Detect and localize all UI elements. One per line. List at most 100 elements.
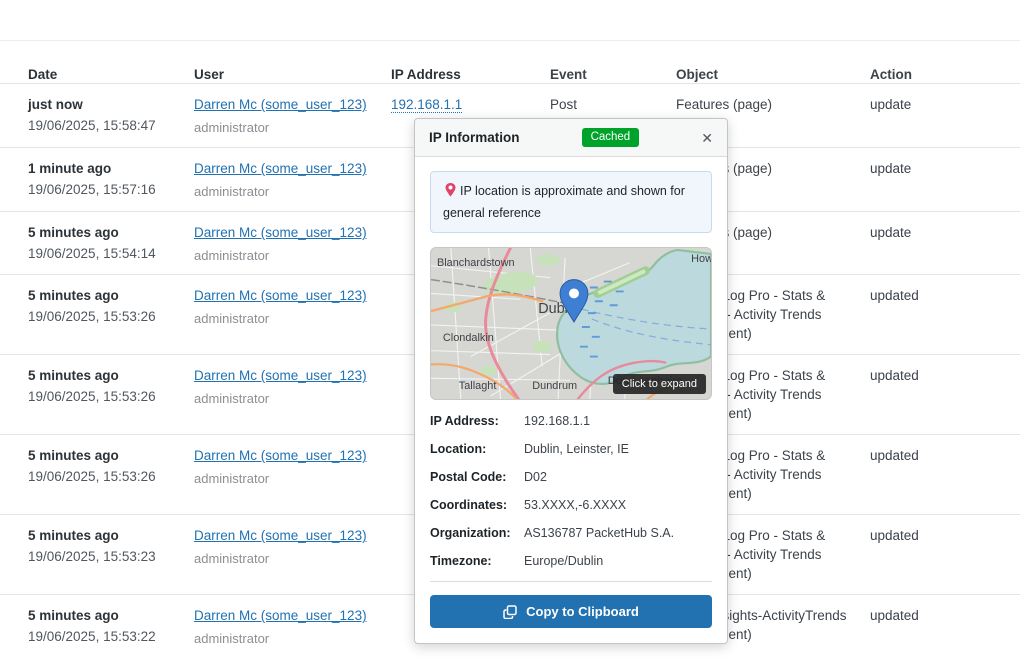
object-cell: Features (page) <box>676 84 870 114</box>
map-label-blanchardstown: Blanchardstown <box>437 257 515 269</box>
relative-time: 5 minutes ago <box>28 446 194 465</box>
timestamp: 19/06/2025, 15:57:16 <box>28 180 194 199</box>
user-cell: Darren Mc (some_user_123) administrator <box>194 148 391 201</box>
timestamp: 19/06/2025, 15:53:26 <box>28 467 194 486</box>
user-link[interactable]: Darren Mc (some_user_123) <box>194 97 367 112</box>
user-cell: Darren Mc (some_user_123) administrator <box>194 212 391 265</box>
relative-time: 5 minutes ago <box>28 606 194 625</box>
column-header-object: Object <box>676 54 870 84</box>
user-link[interactable]: Darren Mc (some_user_123) <box>194 368 367 383</box>
user-role: administrator <box>194 246 391 265</box>
note-text: IP location is approximate and shown for… <box>443 184 685 220</box>
close-icon[interactable]: ✕ <box>701 131 713 145</box>
field-organization: Organization: AS136787 PacketHub S.A. <box>430 525 712 542</box>
field-label: Postal Code: <box>430 469 524 486</box>
user-role: administrator <box>194 389 391 408</box>
column-header-ip: IP Address <box>391 54 550 84</box>
field-postal-code: Postal Code: D02 <box>430 469 712 486</box>
copy-to-clipboard-button[interactable]: Copy to Clipboard <box>430 595 712 628</box>
map-expand-tooltip: Click to expand <box>613 374 706 394</box>
field-value: Europe/Dublin <box>524 553 603 570</box>
user-cell: Darren Mc (some_user_123) administrator <box>194 355 391 408</box>
date-cell: just now 19/06/2025, 15:58:47 <box>0 84 194 135</box>
timestamp: 19/06/2025, 15:53:26 <box>28 387 194 406</box>
event-cell: Post <box>550 84 676 114</box>
action-cell: updated <box>870 595 1020 625</box>
user-link[interactable]: Darren Mc (some_user_123) <box>194 608 367 623</box>
timestamp: 19/06/2025, 15:53:23 <box>28 547 194 566</box>
field-location: Location: Dublin, Leinster, IE <box>430 441 712 458</box>
timestamp: 19/06/2025, 15:53:22 <box>28 627 194 646</box>
field-label: Location: <box>430 441 524 458</box>
date-cell: 5 minutes ago 19/06/2025, 15:53:26 <box>0 435 194 486</box>
map-label-howth: How <box>691 253 711 265</box>
user-link[interactable]: Darren Mc (some_user_123) <box>194 448 367 463</box>
date-cell: 5 minutes ago 19/06/2025, 15:53:22 <box>0 595 194 646</box>
date-cell: 1 minute ago 19/06/2025, 15:57:16 <box>0 148 194 199</box>
copy-icon <box>503 605 517 619</box>
action-cell: update <box>870 84 1020 114</box>
date-cell: 5 minutes ago 19/06/2025, 15:53:26 <box>0 275 194 326</box>
table-header: Date User IP Address Event Object Action <box>0 41 1020 84</box>
action-cell: update <box>870 212 1020 242</box>
user-cell: Darren Mc (some_user_123) administrator <box>194 595 391 648</box>
field-value: AS136787 PacketHub S.A. <box>524 525 674 542</box>
user-role: administrator <box>194 629 391 648</box>
popup-divider <box>430 581 712 582</box>
relative-time: 5 minutes ago <box>28 286 194 305</box>
date-cell: 5 minutes ago 19/06/2025, 15:53:23 <box>0 515 194 566</box>
field-value: Dublin, Leinster, IE <box>524 441 629 458</box>
user-cell: Darren Mc (some_user_123) administrator <box>194 435 391 488</box>
cached-badge: Cached <box>582 128 640 148</box>
activity-log-page: Date User IP Address Event Object Action… <box>0 0 1020 660</box>
user-link[interactable]: Darren Mc (some_user_123) <box>194 528 367 543</box>
column-header-event: Event <box>550 54 676 84</box>
action-cell: updated <box>870 435 1020 465</box>
action-cell: updated <box>870 515 1020 545</box>
field-coordinates: Coordinates: 53.XXXX,-6.XXXX <box>430 497 712 514</box>
user-role: administrator <box>194 309 391 328</box>
relative-time: 5 minutes ago <box>28 366 194 385</box>
date-cell: 5 minutes ago 19/06/2025, 15:53:26 <box>0 355 194 406</box>
user-cell: Darren Mc (some_user_123) administrator <box>194 515 391 568</box>
timestamp: 19/06/2025, 15:58:47 <box>28 116 194 135</box>
copy-button-label: Copy to Clipboard <box>526 604 639 619</box>
pin-icon <box>445 183 456 203</box>
user-role: administrator <box>194 182 391 201</box>
map-label-clondalkin: Clondalkin <box>443 332 494 344</box>
user-link[interactable]: Darren Mc (some_user_123) <box>194 288 367 303</box>
field-label: Coordinates: <box>430 497 524 514</box>
map-label-tallaght: Tallaght <box>459 380 497 392</box>
ip-location-map[interactable]: Blanchardstown How Dublin Clondalkin Tal… <box>430 247 712 400</box>
date-cell: 5 minutes ago 19/06/2025, 15:54:14 <box>0 212 194 263</box>
ip-information-popup: IP Information Cached ✕ IP location is a… <box>414 118 728 644</box>
timestamp: 19/06/2025, 15:54:14 <box>28 244 194 263</box>
user-role: administrator <box>194 549 391 568</box>
timestamp: 19/06/2025, 15:53:26 <box>28 307 194 326</box>
field-value: 53.XXXX,-6.XXXX <box>524 497 626 514</box>
popup-body: IP location is approximate and shown for… <box>415 157 727 643</box>
relative-time: just now <box>28 95 194 114</box>
action-cell: updated <box>870 355 1020 385</box>
user-role: administrator <box>194 118 391 137</box>
action-cell: updated <box>870 275 1020 305</box>
field-value: D02 <box>524 469 547 486</box>
user-cell: Darren Mc (some_user_123) administrator <box>194 84 391 137</box>
column-header-user: User <box>194 54 391 84</box>
relative-time: 5 minutes ago <box>28 526 194 545</box>
relative-time: 1 minute ago <box>28 159 194 178</box>
popup-title: IP Information <box>429 130 520 145</box>
popup-header: IP Information Cached ✕ <box>415 119 727 157</box>
map-label-dundrum: Dundrum <box>532 380 577 392</box>
ip-address-link[interactable]: 192.168.1.1 <box>391 97 462 113</box>
action-cell: update <box>870 148 1020 178</box>
field-timezone: Timezone: Europe/Dublin <box>430 553 712 570</box>
user-cell: Darren Mc (some_user_123) administrator <box>194 275 391 328</box>
field-label: Organization: <box>430 525 524 542</box>
user-role: administrator <box>194 469 391 488</box>
field-label: Timezone: <box>430 553 524 570</box>
user-link[interactable]: Darren Mc (some_user_123) <box>194 225 367 240</box>
column-header-action: Action <box>870 54 1020 84</box>
user-link[interactable]: Darren Mc (some_user_123) <box>194 161 367 176</box>
ip-location-note: IP location is approximate and shown for… <box>430 171 712 233</box>
